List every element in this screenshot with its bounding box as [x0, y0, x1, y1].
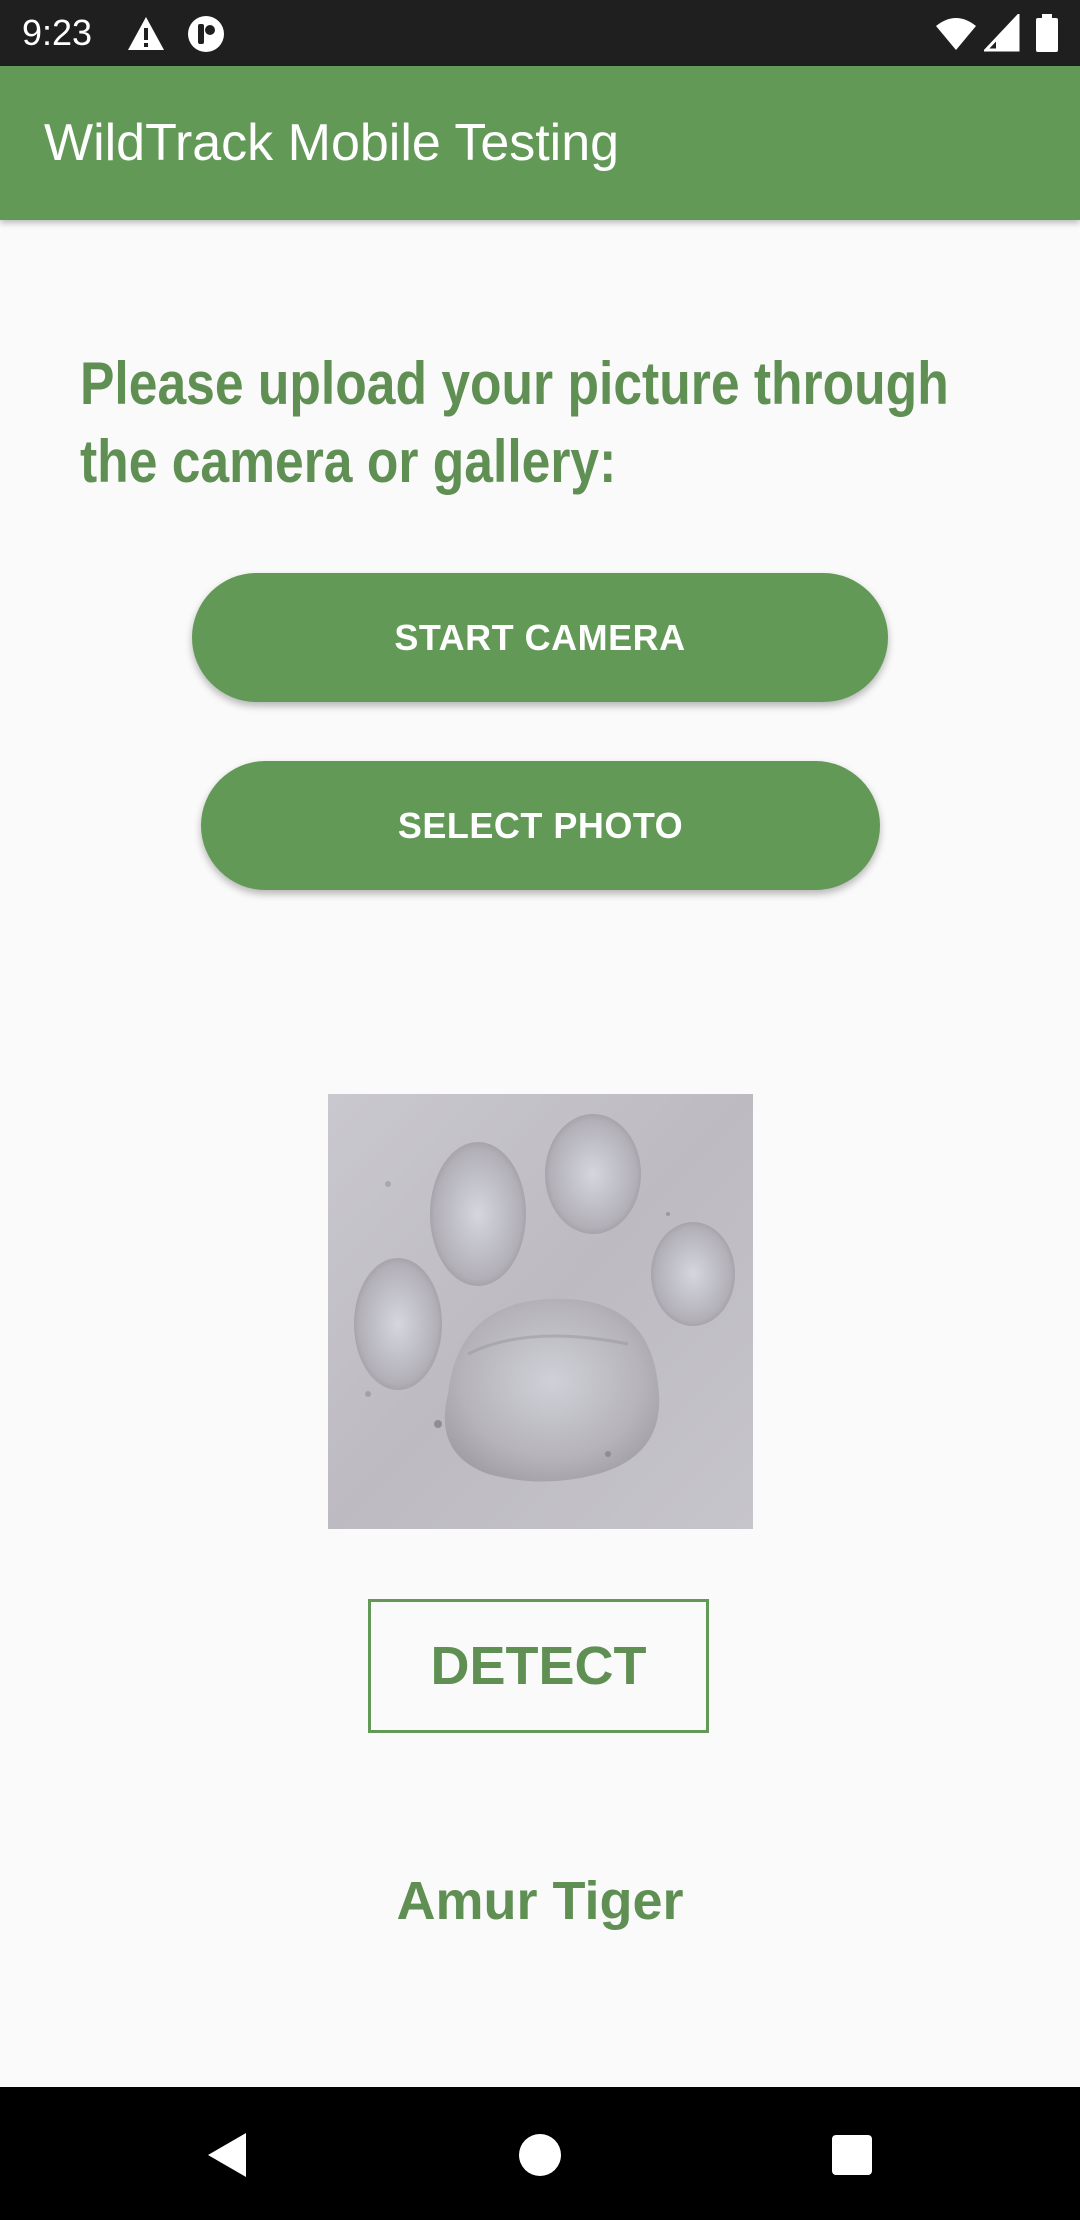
nav-bar — [0, 2087, 1080, 2220]
paw-print-image — [328, 1094, 753, 1529]
upload-prompt-line1: Please upload your picture through — [80, 350, 949, 417]
detect-button[interactable]: DETECT — [368, 1599, 709, 1733]
wifi-icon — [936, 18, 976, 50]
start-camera-button[interactable]: START CAMERA — [192, 573, 888, 702]
notification-app-icon — [188, 16, 224, 52]
recents-icon[interactable] — [824, 2127, 880, 2183]
detection-result: Amur Tiger — [396, 1871, 684, 1931]
app-bar: WildTrack Mobile Testing — [0, 66, 1080, 220]
back-icon[interactable] — [200, 2127, 256, 2183]
select-photo-button[interactable]: SELECT PHOTO — [201, 761, 880, 890]
selected-photo — [328, 1094, 753, 1529]
status-time: 9:23 — [22, 12, 93, 53]
upload-prompt: Please upload your picture through the c… — [80, 345, 949, 501]
battery-icon — [1036, 14, 1058, 52]
status-bar: 9:23 — [0, 0, 1080, 66]
warning-icon — [128, 17, 164, 50]
upload-prompt-line2: the camera or gallery: — [80, 428, 617, 495]
cell-signal-icon — [984, 14, 1020, 52]
app-title: WildTrack Mobile Testing — [44, 114, 620, 172]
home-icon[interactable] — [512, 2127, 568, 2183]
